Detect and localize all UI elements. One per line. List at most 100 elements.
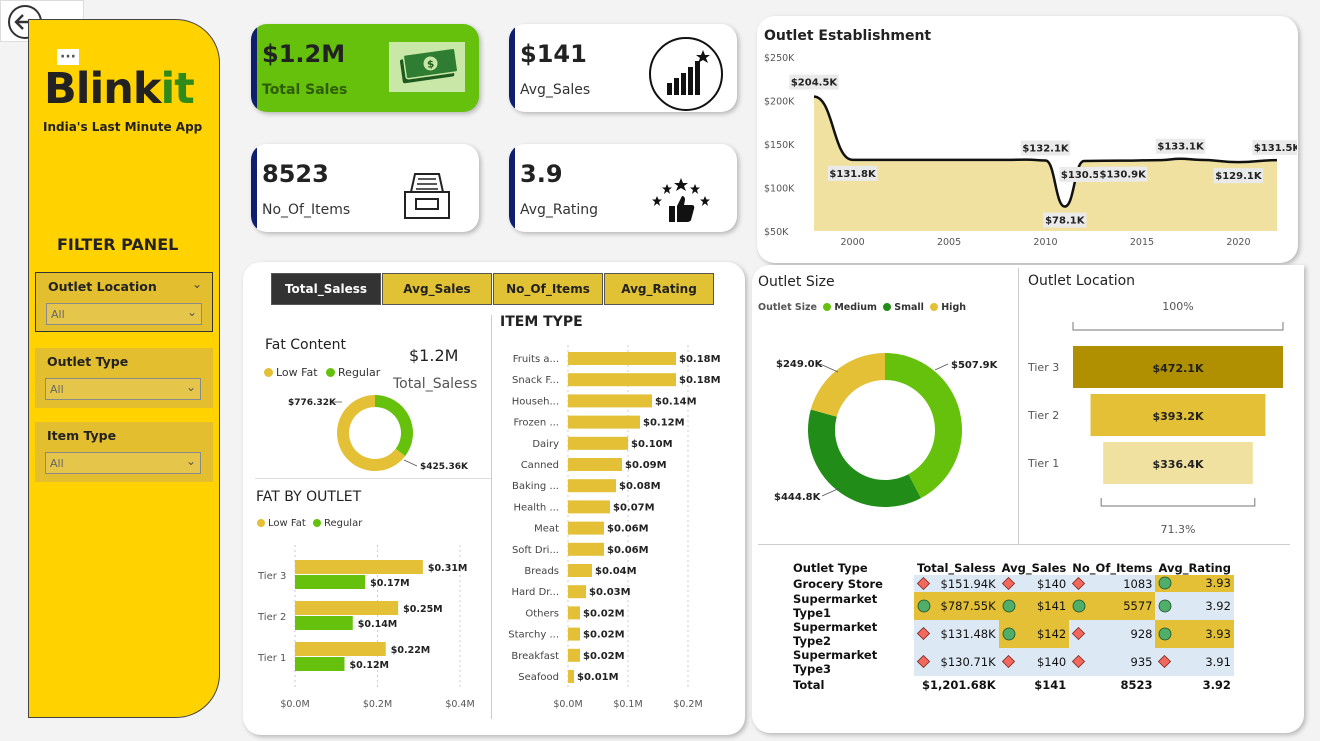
item-type-bar-chart: $0.0M $0.1M $0.2M Fruits a... $0.18M Snack F.… — [508, 345, 721, 710]
data-label: $78.1K — [1045, 216, 1086, 227]
data-label: $444.8K — [774, 492, 822, 503]
tab-avg-sales[interactable]: Avg_Sales — [382, 273, 492, 305]
filter-label: Item Type — [47, 428, 117, 443]
table-header-row: Outlet Type Total_Saless Avg_Sales No_Of… — [790, 561, 1234, 575]
leader-line — [934, 363, 949, 371]
leader-line — [819, 363, 839, 373]
total-cell-sales: $1,201.68K — [921, 677, 996, 692]
donut-slice — [885, 353, 962, 499]
data-label: $0.25M — [403, 604, 443, 615]
column-header[interactable]: No_Of_Items — [1069, 561, 1155, 575]
data-label: $425.36K — [420, 462, 469, 472]
indicator-diamond-icon — [1072, 654, 1086, 669]
kpi-accent-bar — [251, 24, 257, 112]
kpi-no-of-items: 8523 No_Of_Items — [251, 144, 479, 232]
category-label: Others — [525, 608, 559, 619]
tick-label: $0.0M — [553, 699, 582, 710]
outlet-location-funnel-chart: 100% Tier 3 $472.1K Tier 2 $393.2K Tier 1 $336… — [1027, 300, 1284, 536]
chevron-down-icon[interactable]: ⌄ — [192, 277, 202, 291]
tick-label: $200K — [764, 97, 795, 108]
data-label: $393.2K — [1153, 410, 1204, 423]
outlet-type-select[interactable]: All ⌄ — [45, 378, 201, 400]
tab-no-of-items[interactable]: No_Of_Items — [493, 273, 603, 305]
item-type-select[interactable]: All ⌄ — [45, 452, 201, 474]
legend-label: Low Fat — [276, 366, 318, 379]
fat-by-outlet-bar-chart: $0.0M $0.2M $0.4M Tier 3 $0.31M $0.17M Tier 2 $… — [257, 545, 475, 710]
bar — [568, 436, 628, 450]
fat-content-legend: Low Fat Regular — [264, 366, 380, 379]
divider — [491, 315, 492, 719]
cell-value: $130.71K — [940, 655, 996, 669]
legend-label: Medium — [834, 302, 877, 313]
outlet-location-select[interactable]: All ⌄ — [46, 303, 202, 325]
chevron-down-icon: ⌄ — [185, 454, 196, 468]
outlet-location-title: Outlet Location — [1028, 273, 1136, 289]
kpi-value: $1.2M — [262, 40, 346, 68]
kpi-label: No_Of_Items — [262, 202, 351, 218]
filter-outlet-location[interactable]: Outlet Location ⌄ All ⌄ — [35, 272, 213, 332]
cell-value: $151.94K — [940, 576, 996, 591]
cell-value: $140 — [1036, 576, 1067, 591]
tick-label: $0.0M — [280, 699, 309, 710]
filter-outlet-type[interactable]: Outlet Type All ⌄ — [35, 348, 213, 408]
chevron-down-icon: ⌄ — [186, 305, 197, 319]
tab-total-saless[interactable]: Total_Saless — [271, 273, 381, 305]
data-label: $131.5K — [1254, 143, 1297, 154]
brand-tagline: India's Last Minute App — [43, 120, 203, 134]
category-label: Soft Dri... — [512, 545, 559, 556]
cell-sales: $130.71K — [914, 648, 999, 676]
cell-value: $140 — [1036, 655, 1067, 669]
column-header[interactable]: Outlet Type — [790, 561, 914, 575]
kpi-total-sales: $1.2M Total Sales $ — [251, 24, 479, 112]
data-label: $0.02M — [583, 630, 625, 641]
cell-value: 928 — [1130, 627, 1153, 641]
category-label: Meat — [534, 524, 559, 535]
table-row[interactable]: Supermarket Type2 $131.48K $142 928 3.93 — [790, 620, 1234, 648]
bar — [295, 575, 366, 589]
indicator-diamond-icon — [1001, 654, 1015, 669]
donut-slice — [808, 409, 921, 507]
column-header[interactable]: Avg_Sales — [999, 561, 1070, 575]
category-label: Seafood — [518, 672, 559, 683]
cell-value: $131.48K — [940, 627, 996, 641]
cell-value: $787.55K — [940, 598, 996, 613]
table-row[interactable]: Grocery Store $151.94K $140 1083 3.93 — [790, 575, 1234, 592]
column-header[interactable]: Avg_Rating — [1155, 561, 1233, 575]
data-label: $132.1K — [1022, 144, 1070, 155]
divider — [255, 478, 491, 479]
bar — [568, 542, 604, 556]
legend-label: Small — [894, 302, 924, 313]
outlet-establishment-title: Outlet Establishment — [764, 28, 932, 44]
data-label-group: $133.1K — [1155, 138, 1206, 154]
column-header[interactable]: Total_Saless — [914, 561, 999, 575]
table-row[interactable]: Supermarket Type1 $787.55K $141 5577 3.92 — [790, 592, 1234, 620]
cell-value: 1083 — [1123, 576, 1153, 591]
fat-by-outlet-title: FAT BY OUTLET — [256, 489, 362, 505]
data-label-group: $78.1K — [1043, 212, 1087, 228]
rating-thumbs-up-icon — [652, 178, 710, 222]
cell-value: 3.93 — [1205, 576, 1231, 590]
money-icon: $ — [389, 42, 465, 92]
select-value: All — [50, 383, 64, 396]
data-label-group: $130.9K — [1097, 166, 1148, 182]
bar — [568, 606, 580, 620]
cell-rating: 3.91 — [1155, 648, 1234, 676]
data-label: $0.01M — [577, 672, 619, 683]
more-options-icon[interactable]: ··· — [57, 49, 79, 65]
tick-label: 2020 — [1226, 237, 1250, 248]
tick-label: $50K — [764, 227, 789, 238]
inbox-tray-icon — [404, 173, 450, 219]
indicator-diamond-icon — [916, 626, 931, 641]
filter-item-type[interactable]: Item Type All ⌄ — [35, 422, 213, 482]
table-row[interactable]: Supermarket Type3 $130.71K $140 935 3.91 — [790, 648, 1234, 676]
legend-dot — [264, 368, 273, 377]
bar — [568, 479, 616, 493]
data-label: $0.08M — [619, 481, 661, 492]
data-label: $507.9K — [951, 360, 999, 371]
tab-avg-rating[interactable]: Avg_Rating — [604, 273, 714, 305]
data-label: $133.1K — [1157, 142, 1205, 153]
kpi-avg-rating: 3.9 Avg_Rating — [509, 144, 737, 232]
data-label: $0.12M — [643, 418, 685, 429]
cell-rating: 3.93 — [1155, 620, 1234, 648]
data-label: $0.14M — [358, 619, 398, 630]
